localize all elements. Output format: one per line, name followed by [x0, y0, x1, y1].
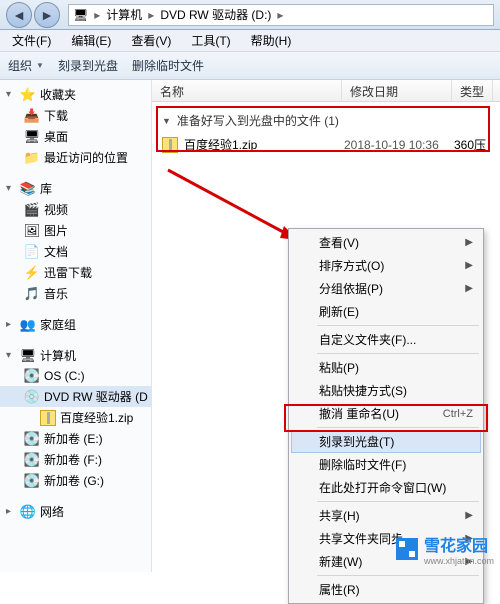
ctx-customize[interactable]: 自定义文件夹(F)... — [291, 328, 481, 351]
ctx-undo[interactable]: 撤消 重命名(U)Ctrl+Z — [291, 402, 481, 425]
chevron-down-icon: ▼ — [162, 116, 171, 126]
recent-icon: 📁 — [24, 150, 40, 166]
drive-icon: 💽 — [24, 473, 40, 489]
sidebar-music[interactable]: 🎵音乐 — [0, 283, 151, 304]
picture-icon: 🖼 — [24, 223, 40, 239]
chevron-right-icon: ▶ — [465, 510, 473, 521]
drive-icon: 💽 — [24, 452, 40, 468]
sidebar-drive-e[interactable]: 💽新加卷 (E:) — [0, 428, 151, 449]
ctx-separator — [317, 353, 479, 354]
drive-icon: 💽 — [24, 431, 40, 447]
homegroup-icon: 👥 — [20, 317, 36, 333]
ctx-paste-shortcut[interactable]: 粘贴快捷方式(S) — [291, 379, 481, 402]
menu-edit[interactable]: 编辑(E) — [63, 30, 119, 51]
breadcrumb-computer-icon: 🖥 — [73, 8, 88, 22]
toolbar-organize[interactable]: 组织▼ — [8, 57, 44, 74]
sidebar-drive-f[interactable]: 💽新加卷 (F:) — [0, 449, 151, 470]
thunder-icon: ⚡ — [24, 265, 40, 281]
sidebar-recent[interactable]: 📁最近访问的位置 — [0, 147, 151, 168]
document-icon: 📄 — [24, 244, 40, 260]
ctx-sort[interactable]: 排序方式(O)▶ — [291, 254, 481, 277]
file-row[interactable]: 百度经验1.zip 2018-10-19 10:36 360压 — [156, 133, 496, 156]
library-icon: 📚 — [20, 181, 36, 197]
sidebar-videos[interactable]: 🎬视频 — [0, 199, 151, 220]
ctx-separator — [317, 501, 479, 502]
ctx-refresh[interactable]: 刷新(E) — [291, 300, 481, 323]
forward-button[interactable]: ► — [34, 2, 60, 28]
drive-icon: 💽 — [24, 368, 40, 384]
nav-buttons: ◄ ► — [6, 2, 60, 28]
file-list: ▼准备好写入到光盘中的文件 (1) 百度经验1.zip 2018-10-19 1… — [152, 102, 500, 162]
sidebar-thunder[interactable]: ⚡迅雷下载 — [0, 262, 151, 283]
sidebar-documents[interactable]: 📄文档 — [0, 241, 151, 262]
network-icon: 🌐 — [20, 504, 36, 520]
ctx-group[interactable]: 分组依据(P)▶ — [291, 277, 481, 300]
titlebar: ◄ ► 🖥 ▸ 计算机 ▸ DVD RW 驱动器 (D:) ▸ — [0, 0, 500, 30]
ctx-view[interactable]: 查看(V)▶ — [291, 231, 481, 254]
ctx-open-cmd[interactable]: 在此处打开命令窗口(W) — [291, 476, 481, 499]
watermark-name: 雪花家园 — [424, 538, 488, 555]
sidebar: ▾⭐收藏夹 📥下载 🖥桌面 📁最近访问的位置 ▾📚库 🎬视频 🖼图片 📄文档 ⚡… — [0, 80, 152, 572]
video-icon: 🎬 — [24, 202, 40, 218]
menu-file[interactable]: 文件(F) — [4, 30, 59, 51]
file-type-cell: 360压 — [454, 136, 486, 153]
ctx-properties[interactable]: 属性(R) — [291, 578, 481, 601]
column-headers: 名称 修改日期 类型 — [152, 80, 500, 102]
watermark-logo-icon — [396, 538, 418, 560]
sidebar-homegroup[interactable]: ▸👥家庭组 — [0, 314, 151, 335]
menu-view[interactable]: 查看(V) — [123, 30, 179, 51]
ctx-separator — [317, 427, 479, 428]
col-date[interactable]: 修改日期 — [342, 80, 452, 101]
sidebar-libraries[interactable]: ▾📚库 — [0, 178, 151, 199]
sidebar-desktop[interactable]: 🖥桌面 — [0, 126, 151, 147]
dvd-icon: 💿 — [24, 389, 40, 405]
zip-icon — [162, 137, 178, 153]
toolbar: 组织▼ 刻录到光盘 删除临时文件 — [0, 52, 500, 80]
zip-icon — [40, 410, 56, 426]
back-button[interactable]: ◄ — [6, 2, 32, 28]
menubar: 文件(F) 编辑(E) 查看(V) 工具(T) 帮助(H) — [0, 30, 500, 52]
file-name-cell: 百度经验1.zip — [162, 136, 344, 153]
sidebar-downloads[interactable]: 📥下载 — [0, 105, 151, 126]
ctx-paste[interactable]: 粘贴(P) — [291, 356, 481, 379]
breadcrumb[interactable]: 🖥 ▸ 计算机 ▸ DVD RW 驱动器 (D:) ▸ — [68, 4, 494, 26]
sidebar-drive-c[interactable]: 💽OS (C:) — [0, 366, 151, 386]
file-section-header[interactable]: ▼准备好写入到光盘中的文件 (1) — [156, 108, 496, 133]
breadcrumb-sep: ▸ — [277, 8, 283, 22]
ctx-share[interactable]: 共享(H)▶ — [291, 504, 481, 527]
chevron-right-icon: ▶ — [465, 283, 473, 294]
watermark: 雪花家园 www.xhjaton.com — [396, 532, 494, 566]
ctx-burn[interactable]: 刻录到光盘(T) — [291, 430, 481, 453]
ctx-separator — [317, 325, 479, 326]
watermark-url: www.xhjaton.com — [424, 556, 494, 566]
breadcrumb-sep: ▸ — [94, 8, 100, 22]
sidebar-drive-g[interactable]: 💽新加卷 (G:) — [0, 470, 151, 491]
desktop-icon: 🖥 — [24, 129, 40, 145]
sidebar-favorites[interactable]: ▾⭐收藏夹 — [0, 84, 151, 105]
file-date-cell: 2018-10-19 10:36 — [344, 138, 454, 152]
star-icon: ⭐ — [20, 87, 36, 103]
breadcrumb-sep: ▸ — [148, 8, 154, 22]
music-icon: 🎵 — [24, 286, 40, 302]
computer-icon: 🖥 — [20, 348, 36, 364]
sidebar-network[interactable]: ▸🌐网络 — [0, 501, 151, 522]
breadcrumb-seg1[interactable]: 计算机 — [106, 6, 142, 23]
menu-tools[interactable]: 工具(T) — [183, 30, 238, 51]
menu-help[interactable]: 帮助(H) — [243, 30, 300, 51]
chevron-right-icon: ▶ — [465, 260, 473, 271]
col-name[interactable]: 名称 — [152, 80, 342, 101]
sidebar-computer[interactable]: ▾🖥计算机 — [0, 345, 151, 366]
sidebar-pictures[interactable]: 🖼图片 — [0, 220, 151, 241]
sidebar-file-zip[interactable]: 百度经验1.zip — [0, 407, 151, 428]
breadcrumb-seg2[interactable]: DVD RW 驱动器 (D:) — [160, 6, 271, 23]
toolbar-burn[interactable]: 刻录到光盘 — [58, 57, 118, 74]
download-icon: 📥 — [24, 108, 40, 124]
ctx-separator — [317, 575, 479, 576]
col-type[interactable]: 类型 — [452, 80, 493, 101]
ctx-delete-temp[interactable]: 删除临时文件(F) — [291, 453, 481, 476]
sidebar-drive-dvd[interactable]: 💿DVD RW 驱动器 (D — [0, 386, 151, 407]
toolbar-delete-temp[interactable]: 删除临时文件 — [132, 57, 204, 74]
chevron-right-icon: ▶ — [465, 237, 473, 248]
